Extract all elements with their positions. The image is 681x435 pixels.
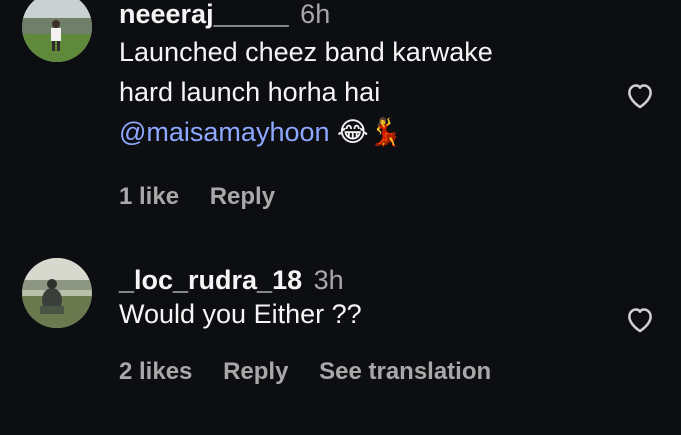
comment-item: _loc_rudra_18 3h Would you Either ?? 2 l…: [0, 230, 681, 435]
comment-text: Launched cheez band karwake hard launch …: [119, 32, 601, 153]
mention-link[interactable]: @maisamayhoon: [119, 117, 330, 147]
heart-outline-icon[interactable]: [623, 302, 657, 336]
emoji: 😂💃: [337, 117, 403, 148]
username[interactable]: _loc_rudra_18: [119, 265, 302, 295]
avatar[interactable]: [22, 0, 92, 62]
comment-text-line: Launched cheez band karwake: [119, 37, 493, 67]
comment-header: neeeraj_____ 6h: [119, 0, 601, 30]
comment-text: Would you Either ??: [119, 294, 601, 334]
see-translation-button[interactable]: See translation: [319, 358, 491, 385]
username[interactable]: neeeraj_____: [119, 0, 289, 29]
comment-text-line: hard launch horha hai: [119, 77, 381, 107]
timestamp: 6h: [300, 0, 331, 29]
reply-button[interactable]: Reply: [210, 183, 275, 210]
comment-item: neeeraj_____ 6h Launched cheez band karw…: [0, 0, 681, 230]
comment-header: _loc_rudra_18 3h: [119, 264, 601, 296]
comment-actions: 2 likes Reply See translation: [119, 358, 601, 386]
likes-count[interactable]: 2 likes: [119, 358, 192, 385]
avatar[interactable]: [22, 258, 92, 328]
comment-text-line: Would you Either ??: [119, 299, 362, 329]
heart-outline-icon[interactable]: [623, 78, 657, 112]
comment-actions: 1 like Reply: [119, 183, 601, 211]
timestamp: 3h: [313, 265, 344, 295]
reply-button[interactable]: Reply: [223, 358, 288, 385]
likes-count[interactable]: 1 like: [119, 183, 179, 210]
